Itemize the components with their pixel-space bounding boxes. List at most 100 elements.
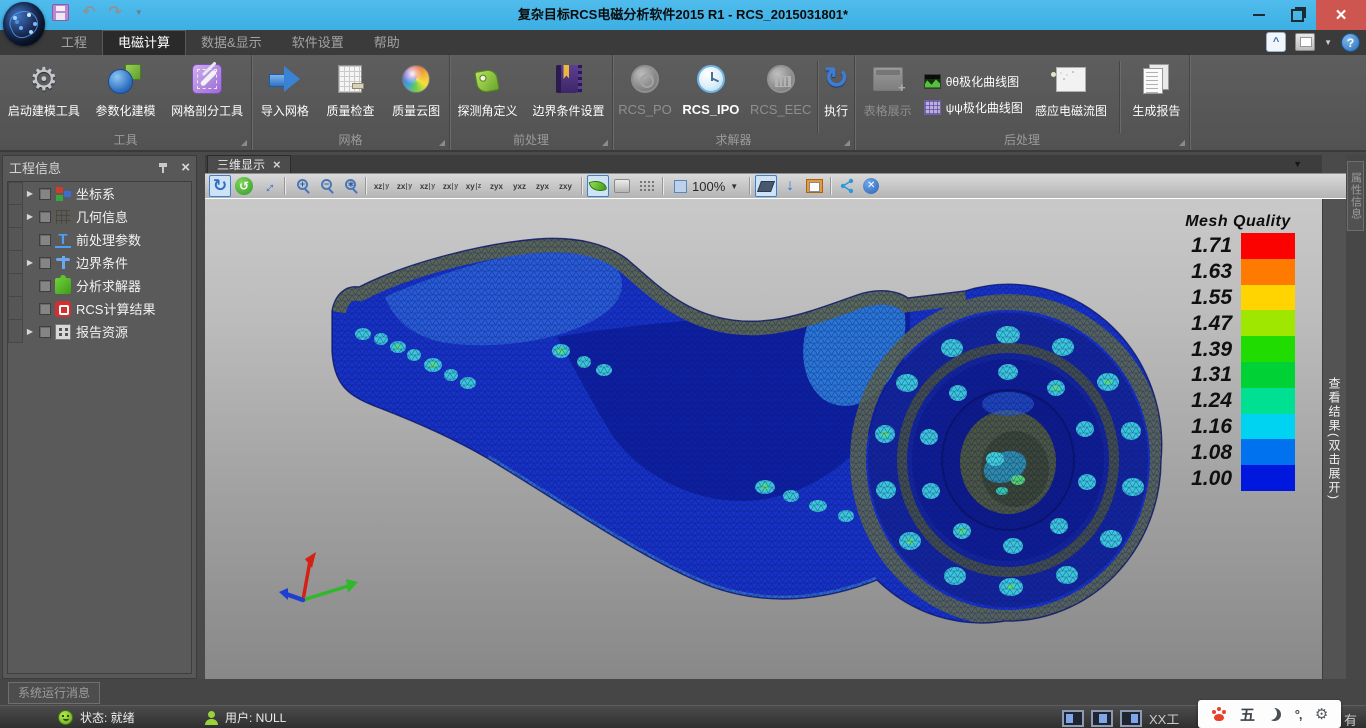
- expand-arrow-icon[interactable]: ▶: [23, 189, 37, 198]
- close-button[interactable]: [1316, 0, 1366, 30]
- generate-report-button[interactable]: 生成报告: [1127, 58, 1185, 121]
- ime-punctuation-icon[interactable]: °,: [1295, 707, 1302, 722]
- view-iso1-button[interactable]: yxz: [509, 175, 530, 197]
- ribbon-group-tools: ⚙ 启动建模工具 参数化建模 网格剖分工具 工具 ◢: [0, 55, 252, 150]
- probe-angle-button[interactable]: 探测角定义: [452, 58, 522, 121]
- rcs-po-button[interactable]: RCS_PO: [613, 58, 676, 119]
- collapse-ribbon-icon[interactable]: ^: [1266, 32, 1286, 52]
- share-icon[interactable]: [836, 175, 858, 197]
- checkbox[interactable]: [39, 234, 51, 246]
- zoom-fit-icon[interactable]: ∗: [338, 175, 360, 197]
- ime-moon-icon[interactable]: [1268, 708, 1281, 721]
- results-collapsed-tab[interactable]: 查看结果(双击展开): [1322, 199, 1346, 679]
- tab-help[interactable]: 帮助: [359, 30, 415, 55]
- checkbox[interactable]: [39, 326, 51, 338]
- ime-logo-paw-icon[interactable]: [1211, 707, 1227, 722]
- print-icon[interactable]: [1295, 33, 1315, 51]
- ime-mode-label[interactable]: 五: [1240, 704, 1255, 725]
- tab-3d-display[interactable]: 三维显示 ×: [207, 155, 291, 173]
- arrow-down-icon[interactable]: ↓: [779, 175, 801, 197]
- wireframe-view-icon[interactable]: [611, 175, 633, 197]
- view-back-button[interactable]: zxy: [394, 175, 415, 197]
- tab-project[interactable]: 工程: [46, 30, 102, 55]
- expand-arrow-icon[interactable]: ▶: [23, 212, 37, 221]
- rotate-tool-icon[interactable]: ↻: [209, 175, 231, 197]
- import-mesh-button[interactable]: 导入网格: [256, 58, 314, 121]
- restore-button[interactable]: [1278, 0, 1316, 30]
- delete-view-icon[interactable]: ✕: [860, 175, 882, 197]
- minimize-button[interactable]: [1240, 0, 1278, 30]
- tree-item-geometry-info[interactable]: ▶ 几何信息: [8, 205, 191, 228]
- pin-icon[interactable]: [157, 161, 171, 175]
- tab-close-icon[interactable]: ×: [273, 159, 281, 171]
- view-left-button[interactable]: xzy: [417, 175, 438, 197]
- view-bottom-button[interactable]: zyx: [486, 175, 507, 197]
- group-expand-icon[interactable]: ◢: [1179, 139, 1185, 147]
- help-icon[interactable]: ?: [1341, 33, 1360, 52]
- points-view-icon[interactable]: [635, 175, 657, 197]
- psi-curve-button[interactable]: ψψ极化曲线图: [924, 99, 1023, 116]
- pan-tool-icon[interactable]: ↔: [257, 175, 279, 197]
- layout-left-panel-icon[interactable]: [1062, 710, 1084, 727]
- launch-modeler-button[interactable]: ⚙ 启动建模工具: [3, 58, 85, 121]
- view-right-button[interactable]: zxy: [440, 175, 461, 197]
- panel-close-icon[interactable]: ×: [181, 161, 190, 175]
- tree-item-rcs-results[interactable]: RCS计算结果: [8, 297, 191, 320]
- checkbox[interactable]: [39, 211, 51, 223]
- group-expand-icon[interactable]: ◢: [241, 139, 247, 147]
- quality-cloud-button[interactable]: 质量云图: [387, 58, 445, 121]
- parametric-model-button[interactable]: 参数化建模: [90, 58, 160, 121]
- system-messages-tab[interactable]: 系统运行消息: [8, 682, 100, 704]
- tab-em-compute[interactable]: 电磁计算: [102, 30, 186, 55]
- coordinate-icon: [55, 186, 71, 202]
- tab-data-display[interactable]: 数据&显示: [186, 30, 277, 55]
- tree-item-report-resources[interactable]: ▶ 报告资源: [8, 320, 191, 343]
- checkbox[interactable]: [39, 257, 51, 269]
- print-dropdown-icon[interactable]: ▼: [1324, 38, 1332, 47]
- shaded-view-icon[interactable]: [587, 175, 609, 197]
- zoom-in-icon[interactable]: +: [290, 175, 312, 197]
- expand-arrow-icon[interactable]: ▶: [23, 258, 37, 267]
- layout-right-panel-icon[interactable]: [1120, 710, 1142, 727]
- tab-settings[interactable]: 软件设置: [277, 30, 359, 55]
- checkbox[interactable]: [39, 303, 51, 315]
- layout-center-panel-icon[interactable]: [1091, 710, 1113, 727]
- mesh-tool-button[interactable]: 网格剖分工具: [166, 58, 248, 121]
- execute-button[interactable]: ↻ 执行: [819, 58, 854, 121]
- boundary-settings-button[interactable]: 边界条件设置: [527, 58, 609, 121]
- group-expand-icon[interactable]: ◢: [602, 139, 608, 147]
- report-icon: [55, 324, 71, 340]
- ime-settings-gear-icon[interactable]: ⚙: [1315, 707, 1328, 722]
- zoom-out-icon[interactable]: −: [314, 175, 336, 197]
- group-expand-icon[interactable]: ◢: [439, 139, 445, 147]
- view-iso3-button[interactable]: zxy: [555, 175, 576, 197]
- theta-curve-button[interactable]: θθ极化曲线图: [924, 73, 1023, 90]
- table-view-button[interactable]: 表格展示: [859, 58, 917, 121]
- clip-plane-icon[interactable]: [755, 175, 777, 197]
- combo-caret-icon[interactable]: ▼: [730, 182, 738, 191]
- tree-item-solver[interactable]: 分析求解器: [8, 274, 191, 297]
- orbit-tool-icon[interactable]: ↺: [233, 175, 255, 197]
- rcs-eec-button[interactable]: RCS_EEC: [745, 58, 816, 119]
- tree-item-preprocess-params[interactable]: T 前处理参数: [8, 228, 191, 251]
- copy-view-icon[interactable]: [803, 175, 825, 197]
- render-canvas[interactable]: Mesh Quality 1.71 1.63 1.55 1.47 1.39 1.…: [205, 199, 1322, 679]
- toolbar-overflow-icon[interactable]: ▼: [1293, 160, 1302, 169]
- checkbox[interactable]: [39, 188, 51, 200]
- rcs-ipo-button[interactable]: RCS_IPO: [677, 58, 744, 119]
- legend-band: [1241, 233, 1295, 259]
- expand-arrow-icon[interactable]: ▶: [23, 327, 37, 336]
- induced-current-map-button[interactable]: 感应电磁流图: [1030, 58, 1112, 121]
- zoom-level-combo[interactable]: 100% ▼: [668, 175, 744, 197]
- tree-item-coordinate-system[interactable]: ▶ 坐标系: [8, 182, 191, 205]
- tree-item-boundary-conditions[interactable]: ▶ 边界条件: [8, 251, 191, 274]
- view-front-button[interactable]: xzy: [371, 175, 392, 197]
- quality-check-button[interactable]: 质量检查: [321, 58, 379, 121]
- checkbox[interactable]: [39, 280, 51, 292]
- property-info-tab[interactable]: 属性信息: [1347, 161, 1364, 231]
- group-expand-icon[interactable]: ◢: [844, 139, 850, 147]
- solver-ipo-icon: [697, 65, 725, 93]
- app-logo[interactable]: [3, 2, 45, 46]
- view-iso2-button[interactable]: zyx: [532, 175, 553, 197]
- view-top-button[interactable]: xyz: [463, 175, 484, 197]
